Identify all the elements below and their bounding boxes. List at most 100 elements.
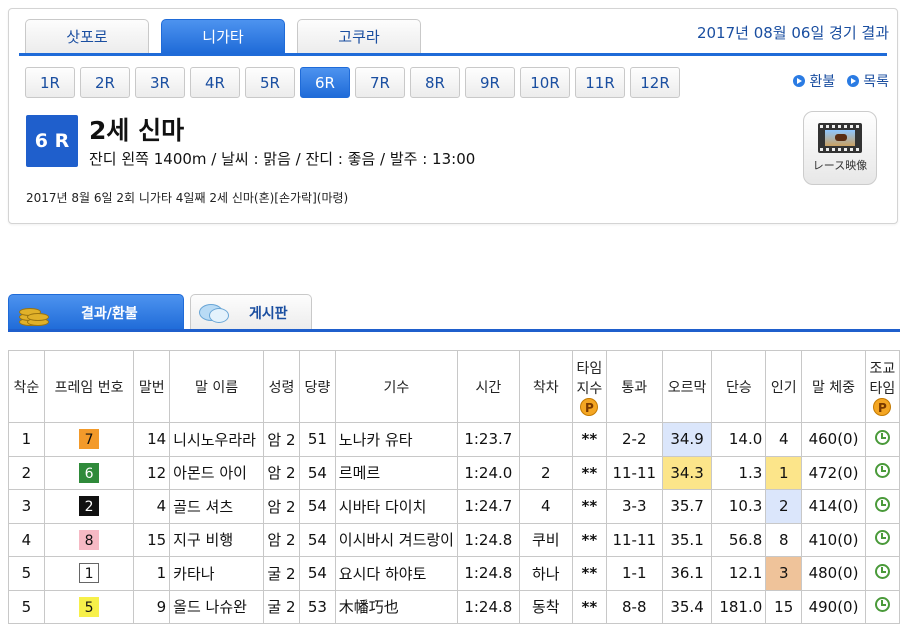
jockey-name-link[interactable]: 이시바시 겨드랑이 [334, 522, 458, 557]
col-frame: 프레임 번호 [43, 350, 135, 423]
venue-tab[interactable]: 삿포로 [25, 19, 149, 53]
refund-link-label: 환불 [809, 74, 836, 90]
rank-cell: 2 [8, 455, 45, 490]
passing-cell: 8-8 [605, 589, 663, 624]
race-tab[interactable]: 9R [465, 67, 515, 98]
race-tab[interactable]: 4R [190, 67, 240, 98]
margin-cell [518, 422, 573, 457]
sex-age-cell: 굴 2 [262, 556, 300, 591]
venue-tab[interactable]: 니가타 [161, 19, 285, 53]
jockey-name-link[interactable]: 시바타 다이치 [334, 489, 458, 524]
col-rank: 착순 [8, 350, 45, 423]
time-index-cell: ** [571, 489, 607, 524]
training-cell [864, 589, 900, 624]
arrow-bullet-icon [847, 75, 860, 87]
premium-p-icon: P [580, 397, 599, 416]
jockey-name-link[interactable]: 요시다 하야토 [334, 556, 458, 591]
horse-name-link[interactable]: 아몬드 아이 [169, 455, 264, 490]
jockey-name-link[interactable]: 木幡巧也 [334, 589, 458, 624]
list-link-label: 목록 [863, 74, 889, 90]
table-row: 5 1 1 카타나 굴 2 54 요시다 하야토 1:24.8 하나 ** 1-1 36.1 12.1 3… [8, 556, 900, 591]
odds-cell: 12.1 [711, 556, 767, 591]
jockey-name-link[interactable]: 노나카 유타 [334, 422, 458, 457]
table-row: 1 7 14 니시노우라라 암 2 51 노나카 유타 1:23.7 ** 2-2 34.9 14.0… [8, 422, 900, 457]
clock-icon[interactable] [874, 530, 890, 546]
race-tab[interactable]: 12R [630, 67, 680, 98]
race-tab[interactable]: 11R [575, 67, 625, 98]
time-index-cell: ** [571, 556, 607, 591]
last3f-cell: 34.9 [661, 422, 713, 457]
race-tab[interactable]: 2R [80, 67, 130, 98]
frame-number-badge: 1 [79, 563, 100, 584]
col-horse-no: 말번 [133, 350, 171, 423]
venue-tab[interactable]: 고쿠라 [297, 19, 421, 53]
col-training-line1: 조교 [869, 360, 896, 377]
weight-cell: 51 [298, 422, 336, 457]
race-name: 2세 신마 [89, 116, 185, 145]
race-tab[interactable]: 5R [245, 67, 295, 98]
race-number-badge: 6 R [26, 115, 78, 167]
frame-number-badge: 2 [79, 496, 100, 517]
coins-icon [17, 298, 51, 328]
race-note: 2017년 8월 6일 2회 니가타 4일째 2세 신마(혼)[손가락](마령) [26, 191, 349, 205]
race-video-label: レース映像 [812, 159, 868, 172]
popularity-cell: 3 [765, 556, 803, 591]
frame-cell: 2 [43, 489, 135, 524]
jockey-name-link[interactable]: 르메르 [334, 455, 458, 490]
col-passing: 통과 [605, 350, 663, 423]
tab-board[interactable]: 게시판 [190, 294, 312, 330]
horse-number-cell: 9 [133, 589, 171, 624]
tab-results[interactable]: 결과/환불 [8, 294, 184, 330]
popularity-cell: 4 [765, 422, 803, 457]
horse-name-link[interactable]: 카타나 [169, 556, 264, 591]
list-link[interactable]: 목록 [847, 71, 889, 91]
venue-tab-underline [19, 53, 887, 56]
col-time-index-line2: 지수 [576, 380, 603, 397]
horse-name-link[interactable]: 올드 나슈완 [169, 589, 264, 624]
training-cell [864, 556, 900, 591]
training-cell [864, 422, 900, 457]
clock-icon[interactable] [874, 429, 890, 445]
weight-cell: 54 [298, 455, 336, 490]
clock-icon[interactable] [874, 463, 890, 479]
col-odds: 단승 [711, 350, 767, 423]
margin-cell: 4 [518, 489, 573, 524]
race-number-tabs: 1R 2R 3R 4R 5R 6R 7R 8R 9R 10R 11R 12R [25, 67, 680, 98]
race-tab[interactable]: 1R [25, 67, 75, 98]
table-row: 3 2 4 골드 셔츠 암 2 54 시바타 다이치 1:24.7 4 ** 3-3 35.7 10.3… [8, 489, 900, 524]
weight-cell: 53 [298, 589, 336, 624]
sex-age-cell: 암 2 [262, 522, 300, 557]
race-video-button[interactable]: レース映像 [803, 111, 877, 185]
horse-name-link[interactable]: 지구 비행 [169, 522, 264, 557]
odds-cell: 181.0 [711, 589, 767, 624]
time-index-cell: ** [571, 455, 607, 490]
clock-icon[interactable] [874, 496, 890, 512]
race-tab[interactable]: 3R [135, 67, 185, 98]
race-conditions: 잔디 왼쪽 1400m / 날씨 : 맑음 / 잔디 : 좋음 / 발주 : 1… [89, 150, 476, 168]
col-weight: 당량 [298, 350, 336, 423]
sex-age-cell: 암 2 [262, 455, 300, 490]
margin-cell: 2 [518, 455, 573, 490]
speech-bubble-icon [199, 302, 229, 324]
table-row: 2 6 12 아몬드 아이 암 2 54 르메르 1:24.0 2 ** 11-11 34.3 1.3 1… [8, 455, 900, 490]
col-time-index: 타임 지수 P [571, 350, 607, 423]
passing-cell: 11-11 [605, 455, 663, 490]
rank-cell: 5 [8, 556, 45, 591]
frame-number-badge: 7 [79, 429, 100, 450]
horse-name-link[interactable]: 니시노우라라 [169, 422, 264, 457]
refund-link[interactable]: 환불 [793, 71, 835, 91]
odds-cell: 1.3 [711, 455, 767, 490]
frame-cell: 8 [43, 522, 135, 557]
section-tab-underline [8, 329, 900, 332]
body-weight-cell: 480(0) [801, 556, 866, 591]
race-tab[interactable]: 7R [355, 67, 405, 98]
race-tab[interactable]: 6R [300, 67, 350, 98]
rank-cell: 5 [8, 589, 45, 624]
race-tab[interactable]: 10R [520, 67, 570, 98]
time-cell: 1:24.8 [456, 589, 520, 624]
race-tab[interactable]: 8R [410, 67, 460, 98]
training-cell [864, 489, 900, 524]
horse-name-link[interactable]: 골드 셔츠 [169, 489, 264, 524]
clock-icon[interactable] [874, 597, 890, 613]
clock-icon[interactable] [874, 563, 890, 579]
